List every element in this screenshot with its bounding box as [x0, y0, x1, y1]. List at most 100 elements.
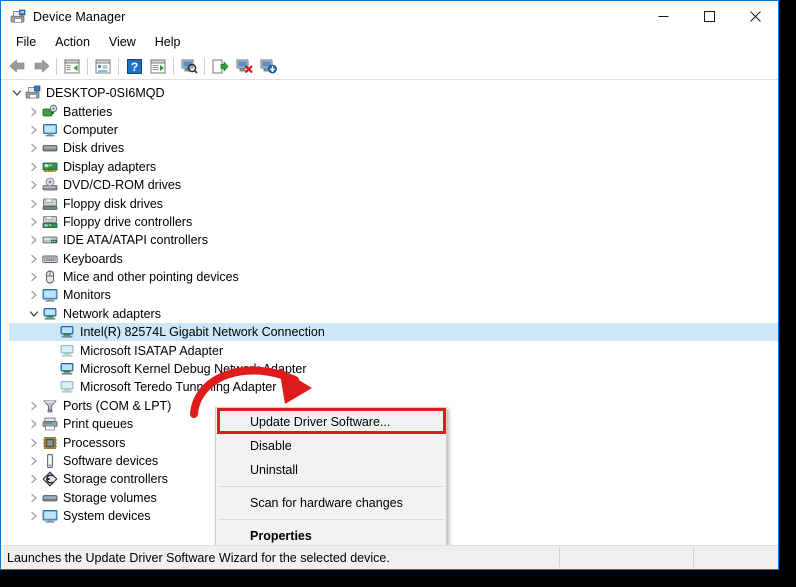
- status-bar-divider: [693, 548, 694, 567]
- chevron-right-icon[interactable]: [26, 232, 42, 248]
- tree-node-label: Display adapters: [63, 159, 157, 174]
- tree-node-label: Software devices: [63, 454, 159, 468]
- tree-node[interactable]: Mice and other pointing devices: [9, 268, 778, 286]
- show-hide-console-tree-button[interactable]: [60, 55, 84, 77]
- context-menu-item-uninstall[interactable]: Uninstall: [216, 458, 446, 482]
- menu-file[interactable]: File: [7, 34, 45, 51]
- context-menu-item-update-driver-software[interactable]: Update Driver Software...: [216, 410, 446, 434]
- tree-node-label: Processors: [63, 435, 126, 450]
- device-manager-window: Device Manager File Action View Help ? D…: [0, 0, 779, 570]
- scan-for-hardware-changes-button[interactable]: [177, 55, 201, 77]
- tree-node[interactable]: Intel(R) 82574L Gigabit Network Connecti…: [9, 323, 778, 342]
- storage-controller-icon: [42, 471, 58, 487]
- chevron-right-icon[interactable]: [26, 453, 42, 469]
- context-menu-separator: [218, 519, 444, 520]
- dvd-drive-icon: [42, 177, 58, 193]
- chevron-right-icon[interactable]: [26, 287, 42, 303]
- menu-view[interactable]: View: [100, 34, 145, 51]
- tree-node[interactable]: Computer: [9, 121, 778, 139]
- tree-node[interactable]: Network adapters: [9, 305, 778, 323]
- tree-node[interactable]: Microsoft ISATAP Adapter: [9, 341, 778, 359]
- disable-device-button[interactable]: [256, 55, 280, 77]
- context-menu-item-scan-for-hardware-changes[interactable]: Scan for hardware changes: [216, 491, 446, 515]
- storage-volume-icon: [42, 490, 58, 506]
- status-bar-text: Launches the Update Driver Software Wiza…: [7, 550, 390, 565]
- network-adapter-faded-icon: [59, 343, 75, 359]
- mouse-icon: [42, 269, 58, 285]
- tree-node[interactable]: IDE ATA/ATAPI controllers: [9, 231, 778, 249]
- status-bar-divider: [559, 548, 560, 567]
- device-manager-icon: [10, 9, 26, 25]
- tree-node[interactable]: DVD/CD-ROM drives: [9, 176, 778, 194]
- chevron-down-icon[interactable]: [9, 85, 25, 101]
- tree-node[interactable]: Keyboards: [9, 250, 778, 268]
- tree-node[interactable]: Microsoft Kernel Debug Network Adapter: [9, 360, 778, 378]
- chevron-right-icon[interactable]: [26, 416, 42, 432]
- network-adapter-icon: [59, 361, 75, 377]
- tree-node-label: Computer: [63, 122, 118, 137]
- update-driver-software-button[interactable]: [208, 55, 232, 77]
- tree-node-label: Floppy disk drives: [63, 196, 164, 211]
- title-bar: Device Manager: [1, 1, 778, 32]
- floppy-controller-icon: [42, 214, 58, 230]
- tree-node[interactable]: Monitors: [9, 286, 778, 304]
- chevron-right-icon[interactable]: [26, 508, 42, 524]
- tree-node-label: Intel(R) 82574L Gigabit Network Connecti…: [80, 325, 325, 340]
- window-controls: [640, 1, 778, 32]
- keyboard-icon: [42, 251, 58, 267]
- tree-node-label: Network adapters: [63, 306, 161, 321]
- tree-node[interactable]: Microsoft Teredo Tunneling Adapter: [9, 378, 778, 396]
- network-adapter-icon: [42, 306, 58, 322]
- chevron-down-icon[interactable]: [26, 306, 42, 322]
- printer-icon: [42, 416, 58, 432]
- tree-node[interactable]: Disk drives: [9, 139, 778, 157]
- tree-node-label: Ports (COM & LPT): [63, 398, 172, 413]
- tree-node[interactable]: Batteries: [9, 102, 778, 120]
- chevron-right-icon[interactable]: [26, 214, 42, 230]
- forward-button[interactable]: [29, 55, 53, 77]
- properties-button[interactable]: [91, 55, 115, 77]
- action-button[interactable]: [146, 55, 170, 77]
- tree-node[interactable]: Display adapters: [9, 158, 778, 176]
- menu-help[interactable]: Help: [146, 34, 190, 51]
- context-menu-item-disable[interactable]: Disable: [216, 434, 446, 458]
- chevron-right-icon[interactable]: [26, 159, 42, 175]
- toolbar: ?: [1, 53, 778, 80]
- toolbar-separator-icon: [173, 57, 174, 75]
- menu-bar: File Action View Help: [1, 32, 778, 53]
- chevron-right-icon[interactable]: [26, 269, 42, 285]
- menu-action[interactable]: Action: [46, 34, 99, 51]
- software-device-icon: [42, 453, 58, 469]
- tree-node[interactable]: Floppy disk drives: [9, 194, 778, 212]
- chevron-right-icon[interactable]: [26, 471, 42, 487]
- maximize-button[interactable]: [686, 1, 732, 32]
- minimize-button[interactable]: [640, 1, 686, 32]
- chevron-right-icon[interactable]: [26, 104, 42, 120]
- tree-node-label: Monitors: [63, 288, 111, 303]
- chevron-right-icon[interactable]: [26, 196, 42, 212]
- chevron-right-icon[interactable]: [26, 435, 42, 451]
- toolbar-separator-icon: [118, 57, 119, 75]
- tree-node-label: Microsoft ISATAP Adapter: [80, 343, 224, 358]
- uninstall-device-button[interactable]: [232, 55, 256, 77]
- help-button[interactable]: ?: [122, 55, 146, 77]
- chevron-right-icon[interactable]: [26, 490, 42, 506]
- tree-node[interactable]: Floppy drive controllers: [9, 213, 778, 231]
- status-bar: Launches the Update Driver Software Wiza…: [1, 546, 778, 569]
- chevron-right-icon[interactable]: [26, 140, 42, 156]
- chevron-right-icon[interactable]: [26, 122, 42, 138]
- computer-root-icon: [25, 85, 41, 101]
- tree-node-label: Print queues: [63, 417, 134, 432]
- back-button[interactable]: [5, 55, 29, 77]
- tree-node[interactable]: DESKTOP-0SI6MQD: [9, 84, 778, 102]
- close-button[interactable]: [732, 1, 778, 32]
- context-menu[interactable]: Update Driver Software... Disable Uninst…: [215, 407, 447, 545]
- chevron-right-icon[interactable]: [26, 177, 42, 193]
- context-menu-item-properties[interactable]: Properties: [216, 524, 446, 545]
- chevron-right-icon[interactable]: [26, 251, 42, 267]
- chevron-right-icon[interactable]: [26, 398, 42, 414]
- processor-icon: [42, 435, 58, 451]
- device-tree-panel[interactable]: DESKTOP-0SI6MQD Batteries Computer Disk …: [1, 80, 778, 546]
